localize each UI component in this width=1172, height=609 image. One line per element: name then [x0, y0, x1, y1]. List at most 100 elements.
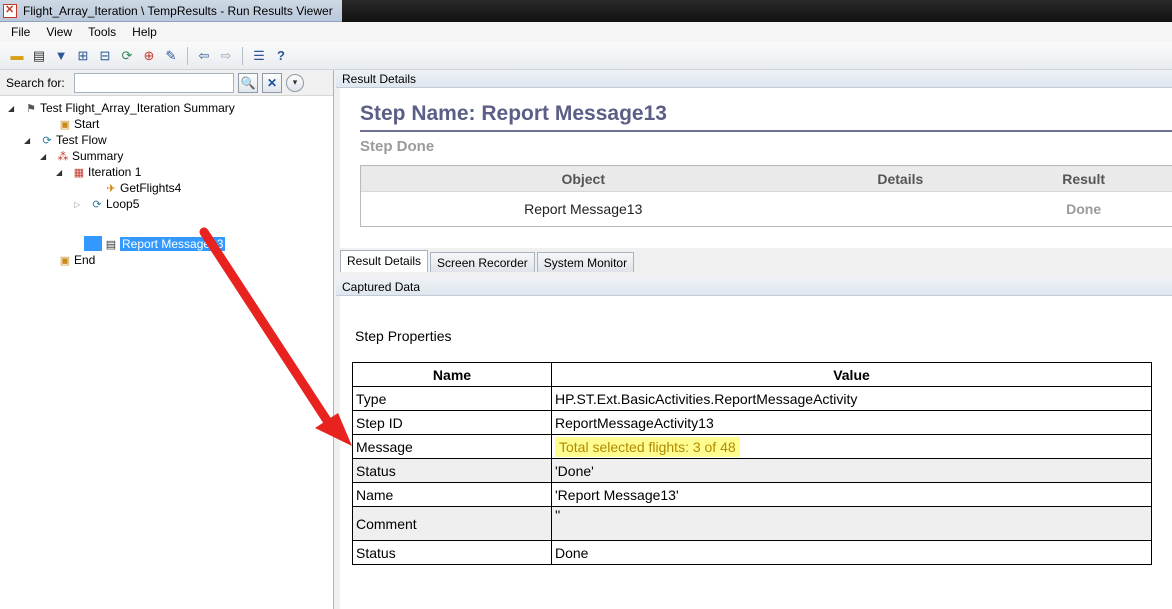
menu-help[interactable]: Help	[124, 25, 165, 39]
edit-icon[interactable]: ✎	[162, 47, 180, 65]
table-row: Step ID ReportMessageActivity13	[352, 410, 1152, 435]
toolbar-separator	[187, 46, 188, 65]
table-row: Type HP.ST.Ext.BasicActivities.ReportMes…	[352, 386, 1152, 411]
menu-file[interactable]: File	[3, 25, 38, 39]
property-value: Total selected flights: 3 of 48	[551, 434, 1152, 459]
result-details-panel: Step Name: Report Message13 Step Done Ob…	[340, 88, 1172, 248]
object-table-header: Object Details Result	[361, 166, 1172, 192]
column-value: Value	[551, 362, 1152, 387]
tree-node-getflights[interactable]: ✈ GetFlights4	[104, 180, 181, 196]
tree-node-label: End	[74, 253, 96, 267]
column-details: Details	[877, 170, 924, 187]
tree-node-label: GetFlights4	[120, 181, 182, 195]
tab-result-details[interactable]: Result Details	[340, 250, 429, 272]
search-options-button[interactable]: ▾	[286, 73, 304, 92]
tree-node-label: Report Message13	[120, 237, 226, 251]
properties-table-header: Name Value	[352, 362, 1152, 387]
window-title: Flight_Array_Iteration \ TempResults - R…	[23, 3, 333, 18]
tab-system-monitor[interactable]: System Monitor	[536, 252, 635, 272]
tree-node-loop[interactable]: ▷ ⟳ Loop5	[74, 196, 139, 212]
menu-tools[interactable]: Tools	[80, 25, 124, 39]
highlighted-message: Total selected flights: 3 of 48	[555, 436, 740, 457]
property-value: ''	[551, 506, 1152, 541]
tree-node-label: Summary	[72, 149, 124, 163]
search-label: Search for:	[6, 75, 65, 90]
tree-node-iteration[interactable]: ◢ ▦ Iteration 1	[56, 164, 141, 180]
property-value: Done	[551, 540, 1152, 565]
menu-bar: File View Tools Help	[0, 22, 1172, 42]
captured-data-panel: Step Properties Name Value Type HP.ST.Ex…	[340, 296, 1172, 609]
summary-icon: ⁂	[57, 150, 69, 163]
forward-icon[interactable]: ⇨	[217, 47, 235, 65]
list-icon[interactable]: ☰	[250, 47, 268, 65]
tab-screen-recorder[interactable]: Screen Recorder	[430, 252, 535, 272]
collapse-arrow-icon[interactable]: ◢	[56, 168, 66, 177]
report-icon: ▤	[104, 237, 118, 251]
expand-icon[interactable]: ⊞	[74, 47, 92, 65]
column-name: Name	[352, 362, 552, 387]
tree-node-summary[interactable]: ◢ ⁂ Summary	[40, 148, 123, 164]
right-pane: Result Details Step Name: Report Message…	[336, 70, 1172, 609]
property-name: Name	[352, 482, 552, 507]
clear-search-button[interactable]: ✕	[262, 72, 282, 93]
summary-icon: ⚑	[26, 102, 36, 115]
iteration-icon: ▦	[73, 166, 85, 179]
search-button[interactable]: 🔍	[238, 72, 258, 93]
collapse-icon[interactable]: ⊟	[96, 47, 114, 65]
collapse-arrow-icon[interactable]: ◢	[8, 104, 18, 113]
object-table: Object Details Result Report Message13 D…	[360, 165, 1172, 227]
refresh-icon[interactable]: ⟳	[118, 47, 136, 65]
tree-node-start[interactable]: ▣ Start	[58, 116, 100, 132]
step-properties-title: Step Properties	[355, 328, 452, 344]
property-value: 'Done'	[551, 458, 1152, 483]
table-row: Message Total selected flights: 3 of 48	[352, 434, 1152, 459]
step-name-title: Step Name: Report Message13	[360, 102, 667, 125]
cell-object: Report Message13	[524, 201, 643, 217]
tree-node-label: Test Flight_Array_Iteration Summary	[40, 101, 235, 115]
loop-icon: ⟳	[92, 198, 102, 211]
object-table-row[interactable]: Report Message13 Done	[361, 192, 1172, 226]
close-icon: ✕	[266, 75, 278, 90]
table-row: Name 'Report Message13'	[352, 482, 1152, 507]
collapse-arrow-icon[interactable]: ◢	[40, 152, 50, 161]
collapse-arrow-icon[interactable]: ◢	[24, 136, 34, 145]
results-tree: ◢ ⚑ Test Flight_Array_Iteration Summary …	[0, 96, 333, 267]
cell-result: Done	[1066, 201, 1102, 217]
title-bar: Flight_Array_Iteration \ TempResults - R…	[0, 0, 1172, 22]
table-row: Comment ''	[352, 506, 1152, 541]
tree-node-label: Start	[74, 117, 100, 131]
back-icon[interactable]: ⇦	[195, 47, 213, 65]
tree-node-test-flow[interactable]: ◢ ⟳ Test Flow	[24, 132, 107, 148]
filter-icon[interactable]: ▼	[52, 47, 70, 65]
tree-node-report-message[interactable]: ▤ Report Message13	[104, 236, 226, 252]
app-icon	[3, 3, 17, 18]
result-details-header: Result Details	[336, 70, 1172, 88]
open-icon[interactable]: ▬	[8, 47, 26, 65]
properties-table: Name Value Type HP.ST.Ext.BasicActivitie…	[352, 362, 1152, 565]
search-row: Search for: 🔍 ✕ ▾	[0, 70, 333, 96]
column-object: Object	[561, 170, 606, 187]
property-name: Status	[352, 540, 552, 565]
tree-node-label: Test Flow	[56, 133, 107, 147]
property-name: Step ID	[352, 410, 552, 435]
tab-strip: Result Details Screen Recorder System Mo…	[340, 250, 636, 272]
property-value: ReportMessageActivity13	[551, 410, 1152, 435]
step-title-divider	[360, 130, 1172, 132]
property-name: Type	[352, 386, 552, 411]
expand-arrow-icon[interactable]: ▷	[74, 200, 84, 209]
tree-node-root[interactable]: ◢ ⚑ Test Flight_Array_Iteration Summary	[8, 100, 235, 116]
step-status: Step Done	[360, 138, 435, 155]
flow-icon: ⟳	[42, 134, 52, 147]
left-pane: Search for: 🔍 ✕ ▾ ◢ ⚑ Test Flight_Array_…	[0, 70, 334, 609]
tree-node-label: Iteration 1	[88, 165, 142, 179]
help-icon[interactable]: ?	[272, 47, 290, 65]
chevron-down-icon: ▾	[292, 77, 298, 87]
print-icon[interactable]: ▤	[30, 47, 48, 65]
add-icon[interactable]: ⊕	[140, 47, 158, 65]
toolbar: ▬ ▤ ▼ ⊞ ⊟ ⟳ ⊕ ✎ ⇦ ⇨ ☰ ?	[0, 42, 1172, 70]
search-input[interactable]	[74, 72, 234, 93]
search-icon: 🔍	[240, 75, 256, 90]
tree-node-end[interactable]: ▣ End	[58, 252, 96, 268]
menu-view[interactable]: View	[38, 25, 80, 39]
activity-icon: ✈	[106, 182, 116, 195]
